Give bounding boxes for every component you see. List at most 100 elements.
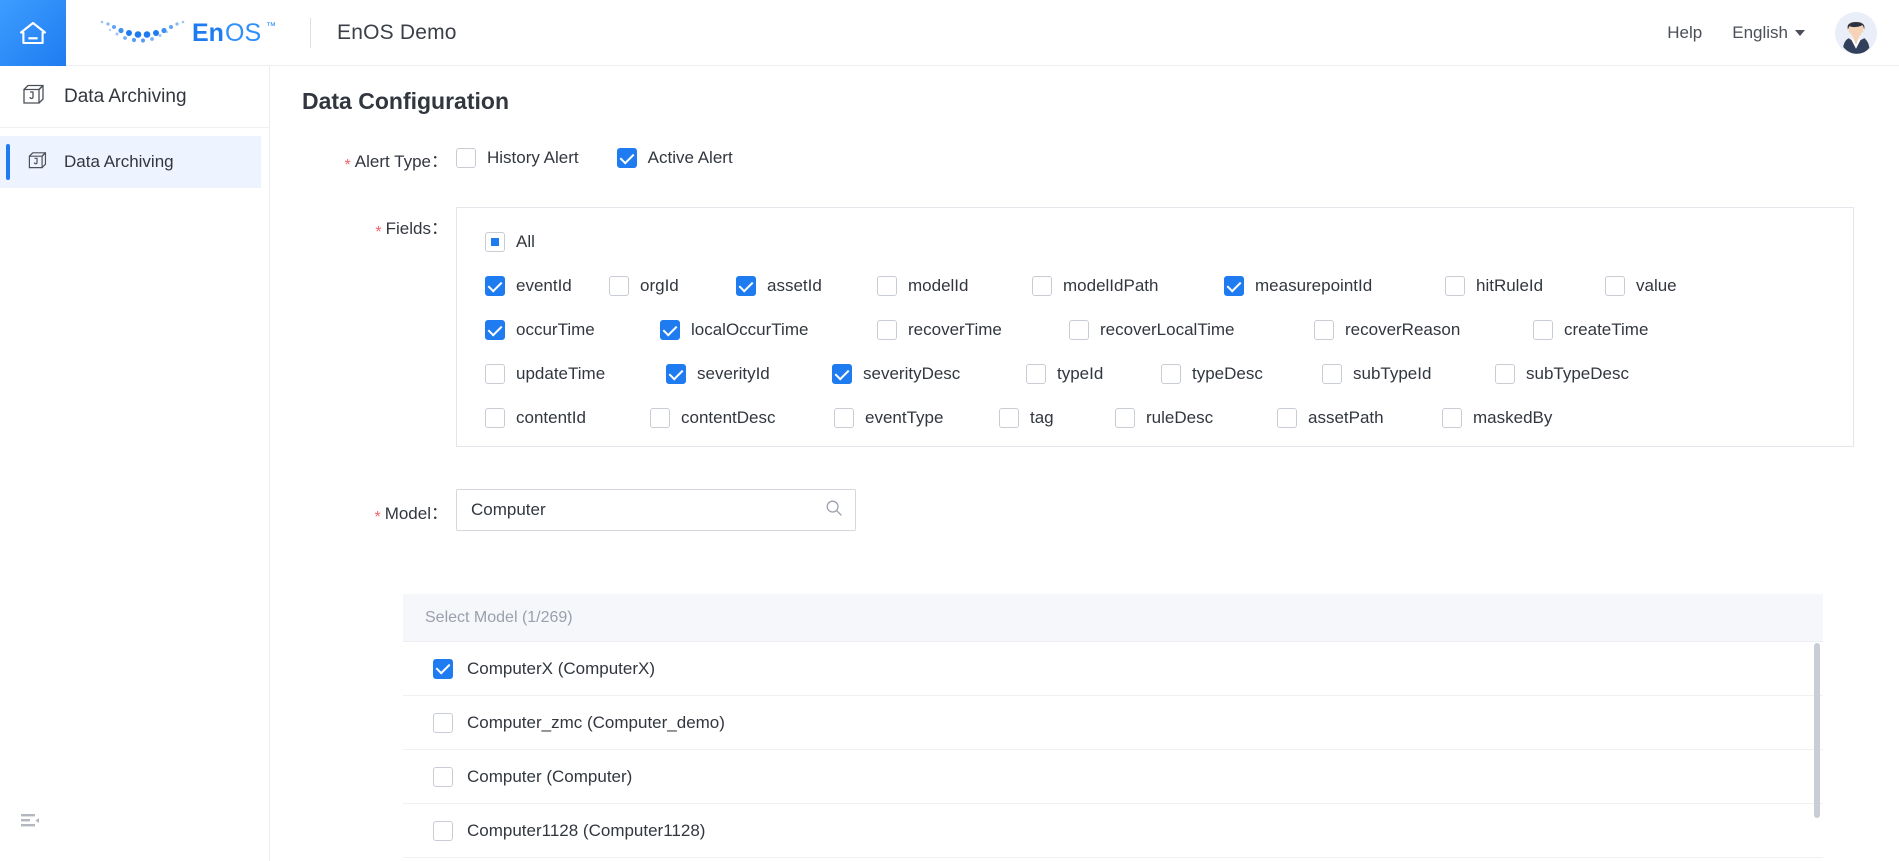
checkbox-modelIdPath[interactable]: modelIdPath	[1032, 276, 1224, 296]
checkbox-updateTime[interactable]: updateTime	[485, 364, 666, 384]
home-button[interactable]	[0, 0, 66, 66]
checkbox-box[interactable]	[1445, 276, 1465, 296]
checkbox-label: value	[1636, 276, 1677, 296]
checkbox-box[interactable]	[1026, 364, 1046, 384]
sidebar-item-data-archiving[interactable]: Data Archiving	[0, 136, 261, 188]
fields-row: *Fields： All eventId	[271, 214, 1899, 454]
checkbox-severityDesc[interactable]: severityDesc	[832, 364, 1026, 384]
fields-label: *Fields：	[271, 214, 456, 239]
checkbox-box[interactable]	[433, 767, 453, 787]
checkbox-all[interactable]: All	[485, 232, 1853, 252]
checkbox-severityId[interactable]: severityId	[666, 364, 832, 384]
checkbox-eventId[interactable]: eventId	[485, 276, 609, 296]
checkbox-active-alert[interactable]: Active Alert	[617, 148, 733, 168]
model-list-header: Select Model (1/269)	[403, 594, 1823, 642]
checkbox-subTypeDesc[interactable]: subTypeDesc	[1495, 364, 1629, 384]
checkbox-box[interactable]	[877, 276, 897, 296]
checkbox-box[interactable]	[650, 408, 670, 428]
sidebar-header-data-archiving[interactable]: Data Archiving	[0, 66, 269, 128]
checkbox-createTime[interactable]: createTime	[1533, 320, 1648, 340]
checkbox-box[interactable]	[1115, 408, 1135, 428]
checkbox-box[interactable]	[617, 148, 637, 168]
checkbox-box[interactable]	[1533, 320, 1553, 340]
model-list-scrollbar[interactable]	[1814, 643, 1820, 818]
list-item[interactable]: Computer1128 (Computer1128)	[403, 804, 1823, 858]
list-item[interactable]: Computer (Computer)	[403, 750, 1823, 804]
checkbox-contentId[interactable]: contentId	[485, 408, 650, 428]
checkbox-label: tag	[1030, 408, 1054, 428]
fields-row-3: updateTime severityId severityDesc typeI…	[485, 364, 1853, 384]
checkbox-measurepointId[interactable]: measurepointId	[1224, 276, 1445, 296]
checkbox-box[interactable]	[485, 364, 505, 384]
checkbox-label: recoverLocalTime	[1100, 320, 1234, 340]
checkbox-history-alert[interactable]: History Alert	[456, 148, 579, 168]
checkbox-occurTime[interactable]: occurTime	[485, 320, 660, 340]
header-actions: Help English	[1667, 12, 1899, 54]
checkbox-hitRuleId[interactable]: hitRuleId	[1445, 276, 1605, 296]
checkbox-box[interactable]	[1224, 276, 1244, 296]
checkbox-modelId[interactable]: modelId	[877, 276, 1032, 296]
checkbox-maskedBy[interactable]: maskedBy	[1442, 408, 1552, 428]
checkbox-box[interactable]	[1161, 364, 1181, 384]
model-search-field[interactable]	[456, 489, 856, 531]
menu-fold-icon[interactable]	[20, 812, 42, 837]
help-link[interactable]: Help	[1667, 23, 1702, 43]
model-search-input[interactable]	[471, 500, 825, 520]
avatar[interactable]	[1835, 12, 1877, 54]
list-item[interactable]: ComputerX (ComputerX)	[403, 642, 1823, 696]
checkbox-label: measurepointId	[1255, 276, 1372, 296]
checkbox-box[interactable]	[433, 821, 453, 841]
list-item[interactable]: Computer_zmc (Computer_demo)	[403, 696, 1823, 750]
checkbox-value[interactable]: value	[1605, 276, 1677, 296]
checkbox-box[interactable]	[433, 713, 453, 733]
checkbox-box[interactable]	[832, 364, 852, 384]
checkbox-subTypeId[interactable]: subTypeId	[1322, 364, 1495, 384]
page-title: Data Configuration	[271, 66, 1899, 115]
checkbox-typeId[interactable]: typeId	[1026, 364, 1161, 384]
sidebar-header-label: Data Archiving	[64, 86, 187, 108]
checkbox-box[interactable]	[999, 408, 1019, 428]
checkbox-box[interactable]	[485, 232, 505, 252]
checkbox-box[interactable]	[1322, 364, 1342, 384]
model-item-label: ComputerX (ComputerX)	[467, 659, 655, 679]
search-icon[interactable]	[825, 499, 843, 522]
checkbox-localOccurTime[interactable]: localOccurTime	[660, 320, 877, 340]
checkbox-box[interactable]	[1069, 320, 1089, 340]
checkbox-box[interactable]	[433, 659, 453, 679]
checkbox-typeDesc[interactable]: typeDesc	[1161, 364, 1322, 384]
checkbox-box[interactable]	[485, 408, 505, 428]
alert-type-label: *Alert Type：	[271, 147, 456, 172]
checkbox-recoverTime[interactable]: recoverTime	[877, 320, 1069, 340]
checkbox-box[interactable]	[666, 364, 686, 384]
checkbox-box[interactable]	[456, 148, 476, 168]
checkbox-box[interactable]	[485, 276, 505, 296]
checkbox-box[interactable]	[609, 276, 629, 296]
required-marker: *	[345, 157, 351, 174]
checkbox-orgId[interactable]: orgId	[609, 276, 736, 296]
checkbox-eventType[interactable]: eventType	[834, 408, 999, 428]
checkbox-recoverReason[interactable]: recoverReason	[1314, 320, 1533, 340]
model-dropdown-list: Select Model (1/269) ComputerX (Computer…	[403, 594, 1823, 858]
checkbox-ruleDesc[interactable]: ruleDesc	[1115, 408, 1277, 428]
required-marker: *	[375, 224, 381, 241]
checkbox-tag[interactable]: tag	[999, 408, 1115, 428]
checkbox-box[interactable]	[1314, 320, 1334, 340]
checkbox-box[interactable]	[1442, 408, 1462, 428]
checkbox-box[interactable]	[485, 320, 505, 340]
checkbox-box[interactable]	[1032, 276, 1052, 296]
checkbox-box[interactable]	[1277, 408, 1297, 428]
checkbox-contentDesc[interactable]: contentDesc	[650, 408, 834, 428]
checkbox-assetId[interactable]: assetId	[736, 276, 877, 296]
language-selector[interactable]: English	[1732, 23, 1805, 43]
alert-type-options: History Alert Active Alert	[456, 147, 733, 168]
checkbox-assetPath[interactable]: assetPath	[1277, 408, 1442, 428]
checkbox-box[interactable]	[1605, 276, 1625, 296]
svg-text:En: En	[192, 19, 224, 47]
fields-select-all: All	[457, 228, 1853, 252]
checkbox-box[interactable]	[877, 320, 897, 340]
checkbox-box[interactable]	[736, 276, 756, 296]
checkbox-box[interactable]	[834, 408, 854, 428]
checkbox-recoverLocalTime[interactable]: recoverLocalTime	[1069, 320, 1314, 340]
checkbox-box[interactable]	[660, 320, 680, 340]
checkbox-box[interactable]	[1495, 364, 1515, 384]
